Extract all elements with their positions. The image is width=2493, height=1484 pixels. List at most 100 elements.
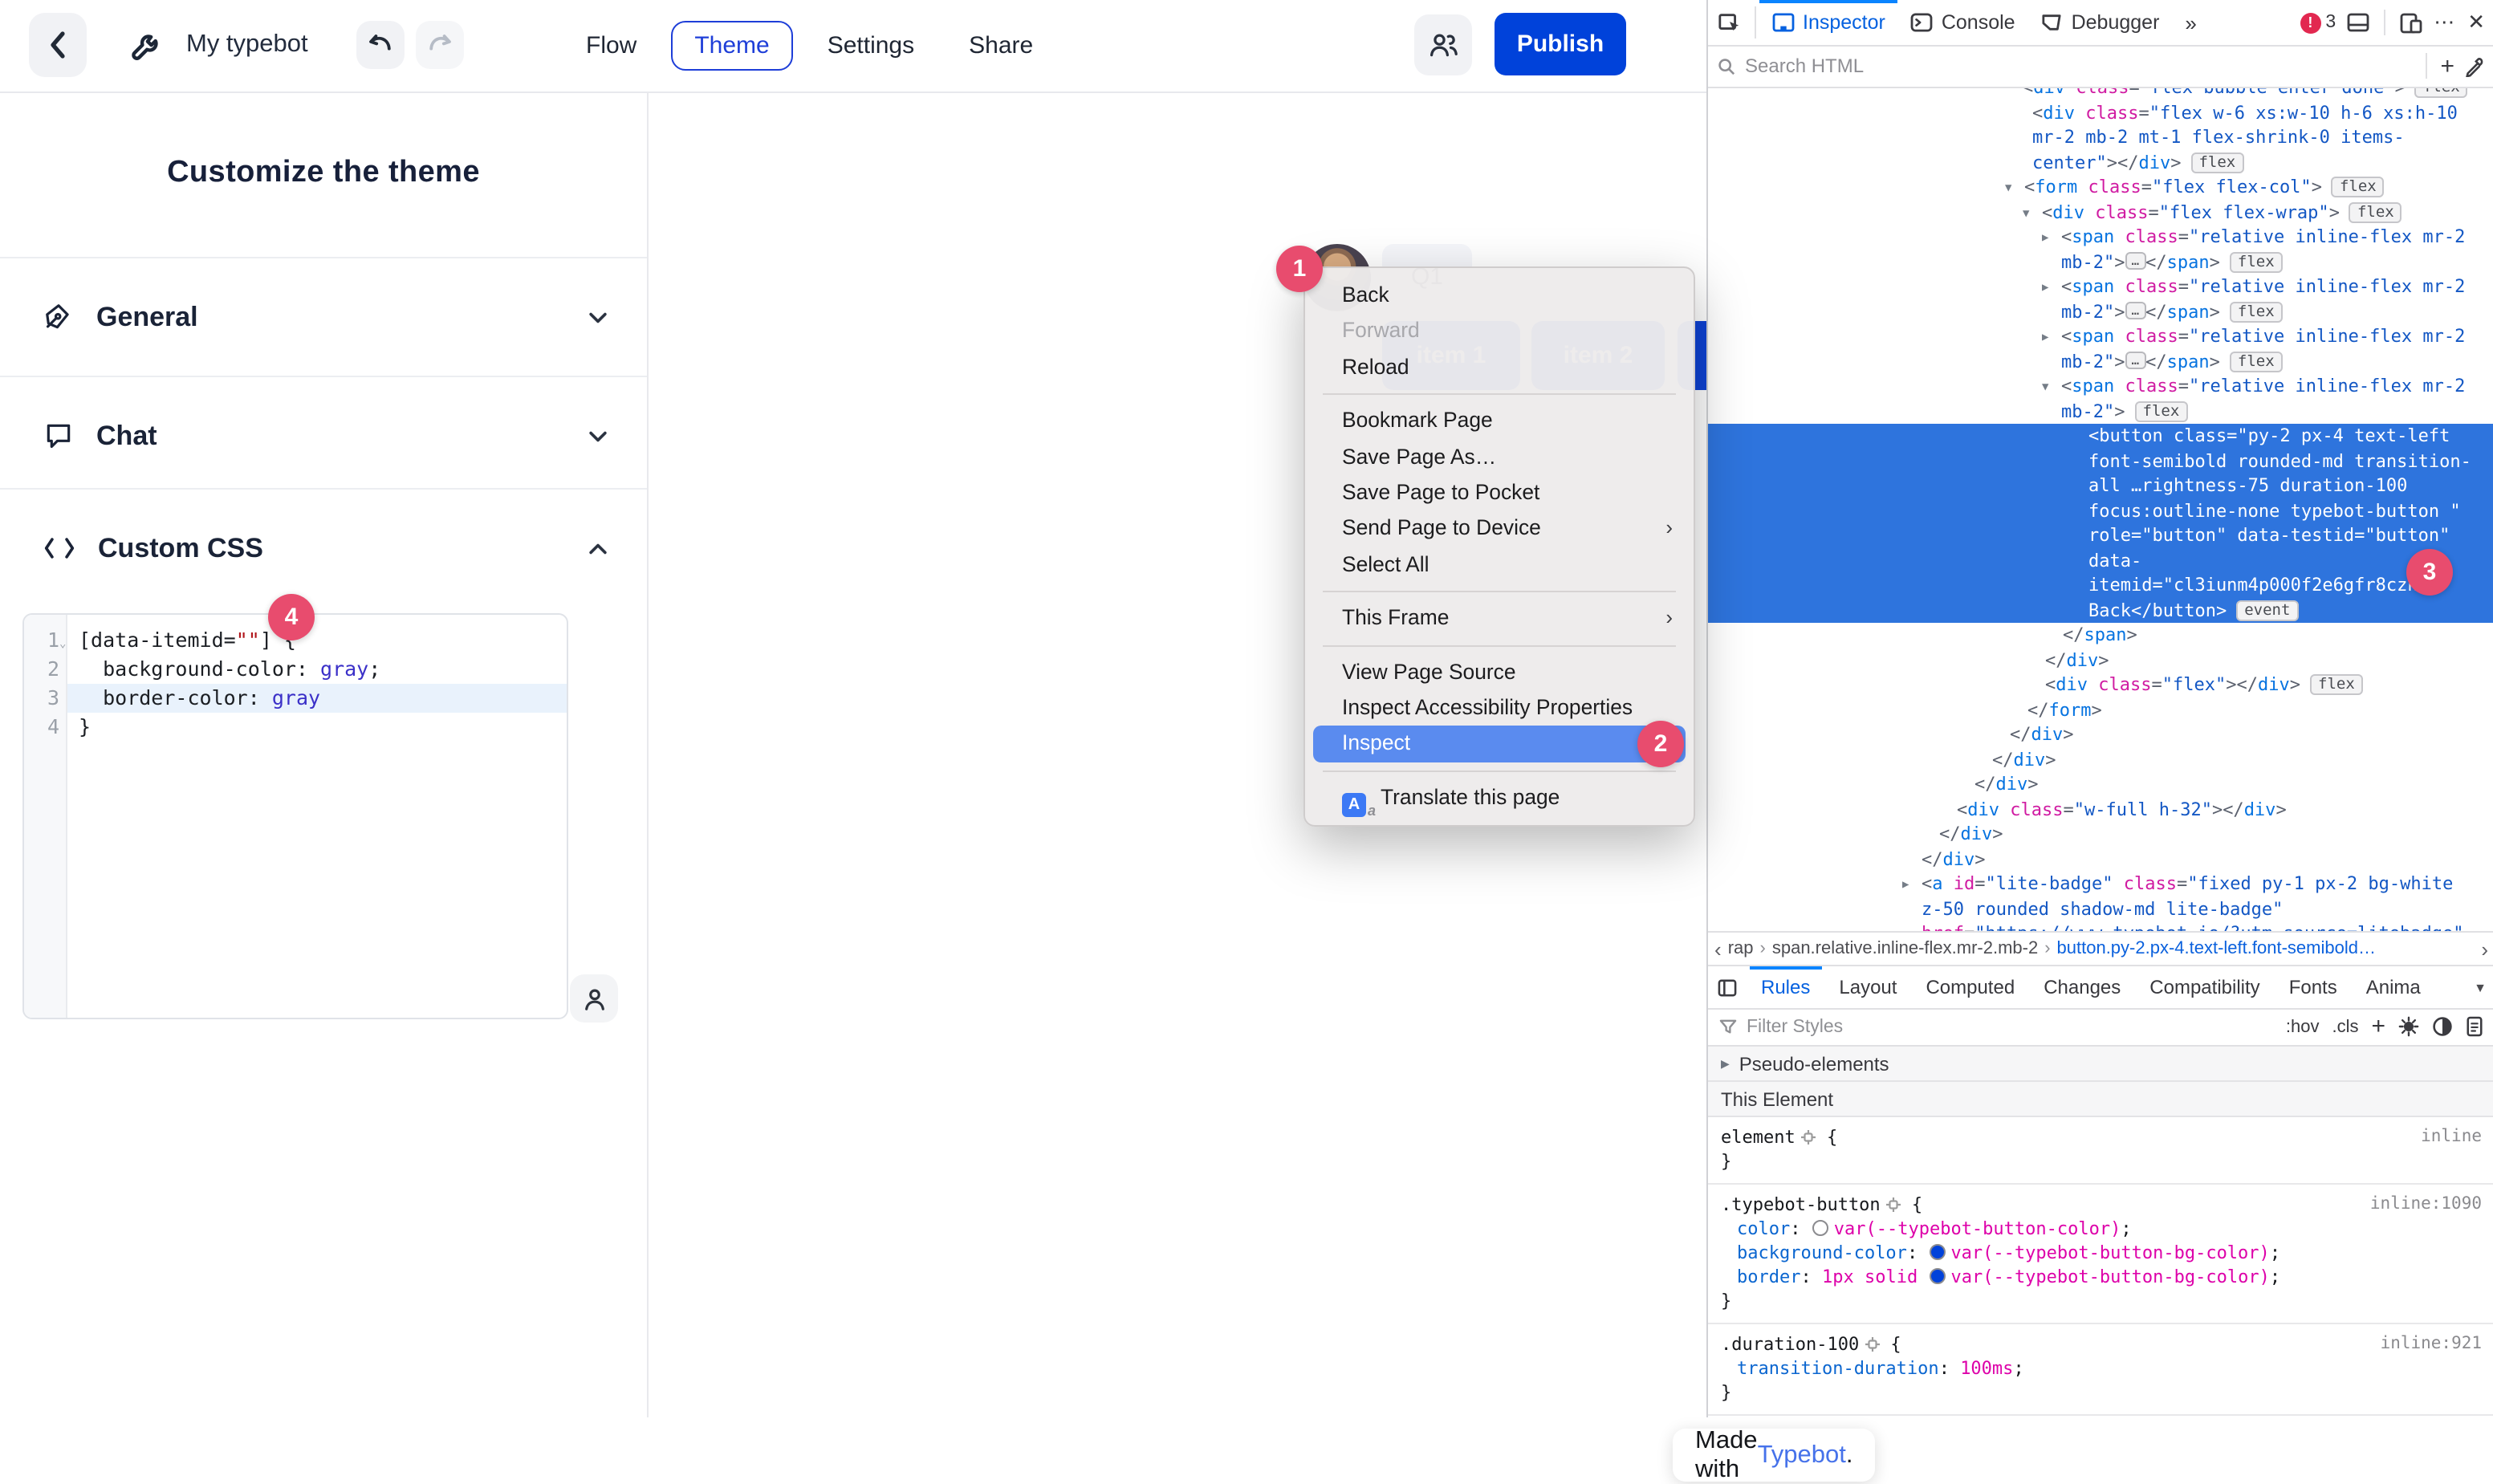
back-button[interactable] xyxy=(29,13,87,77)
pseudo-elements-row[interactable]: ▶ Pseudo-elements xyxy=(1708,1047,2493,1082)
tree-node[interactable]: ▶<span class="relative inline-flex mr-2 xyxy=(1708,324,2493,349)
contrast-icon[interactable] xyxy=(2432,1016,2453,1037)
css-rule-typebot-button[interactable]: .typebot-button {inline:1090color: var(-… xyxy=(1708,1185,2493,1324)
breadcrumb-forward-icon[interactable]: › xyxy=(2481,937,2488,961)
twisty-right-icon[interactable]: ▶ xyxy=(2042,226,2048,251)
rule-selector[interactable]: .duration-100 xyxy=(1721,1334,1859,1355)
flex-badge[interactable]: flex xyxy=(2349,201,2402,222)
tree-node[interactable]: mb-2">…</span>flex xyxy=(1708,349,2493,374)
panel-tab-computed[interactable]: Computed xyxy=(1911,966,2029,1008)
tree-node[interactable]: mr-2 mb-2 mt-1 flex-shrink-0 items- xyxy=(1708,125,2493,150)
tree-node[interactable]: z-50 rounded shadow-md lite-badge" xyxy=(1708,896,2493,921)
rule-declaration[interactable]: border: 1px solid var(--typebot-button-b… xyxy=(1721,1265,2482,1289)
redo-button[interactable] xyxy=(416,21,464,69)
tree-node[interactable]: ▼<form class="flex flex-col">flex xyxy=(1708,175,2493,200)
menu-item-select-all[interactable]: Select All xyxy=(1305,547,1694,583)
breadcrumb-item[interactable]: rap xyxy=(1728,939,1754,958)
collapsed-children-icon[interactable]: … xyxy=(2125,301,2146,319)
inspector-breadcrumb[interactable]: ‹ rap › span.relative.inline-flex.mr-2.mb-2… xyxy=(1708,931,2493,966)
undo-button[interactable] xyxy=(356,21,405,69)
rule-declaration[interactable]: transition-duration: 100ms; xyxy=(1721,1356,2482,1380)
panel-tab-fonts[interactable]: Fonts xyxy=(2275,966,2352,1008)
flex-badge[interactable]: flex xyxy=(2190,152,2243,173)
devtools-tab-inspector[interactable]: Inspector xyxy=(1759,0,1898,45)
tree-node[interactable]: <div class="flex w-6 xs:w-10 h-6 xs:h-10 xyxy=(1708,100,2493,125)
tree-node[interactable]: </div> xyxy=(1708,772,2493,797)
flex-badge[interactable]: flex xyxy=(2230,301,2283,322)
collapsed-children-icon[interactable]: … xyxy=(2125,251,2146,269)
typebot-title[interactable]: My typebot xyxy=(186,30,308,59)
editor-line-2[interactable]: 2 background-color: gray; xyxy=(24,655,567,684)
menu-item-reload[interactable]: Reload xyxy=(1305,350,1694,386)
breadcrumb-back-icon[interactable]: ‹ xyxy=(1714,937,1722,961)
tree-node[interactable]: </div> xyxy=(1708,847,2493,872)
css-rule-element[interactable]: element {inline} xyxy=(1708,1117,2493,1185)
flex-badge[interactable]: flex xyxy=(2230,251,2283,272)
tree-node[interactable]: </form> xyxy=(1708,697,2493,722)
flex-badge[interactable]: flex xyxy=(2332,177,2385,197)
add-rule-icon[interactable]: + xyxy=(2371,1013,2385,1040)
color-swatch[interactable] xyxy=(1930,1244,1946,1260)
devtools-tab-console[interactable]: Console xyxy=(1898,0,2028,45)
rule-selector[interactable]: .typebot-button xyxy=(1721,1194,1881,1215)
devtools-tab-debugger[interactable]: Debugger xyxy=(2028,0,2173,45)
breadcrumb-item[interactable]: button.py-2.px-4.text-left.font-semibold… xyxy=(2057,939,2376,958)
editor-line-3[interactable]: 3 border-color: gray xyxy=(24,684,567,713)
nav-tab-flow[interactable]: Flow xyxy=(565,21,657,71)
tree-node[interactable]: ▼<span class="relative inline-flex mr-2 xyxy=(1708,374,2493,399)
light-theme-icon[interactable] xyxy=(2398,1016,2419,1037)
nav-tab-theme[interactable]: Theme xyxy=(670,21,793,71)
hov-toggle[interactable]: :hov xyxy=(2286,1017,2320,1036)
flex-badge[interactable]: flex xyxy=(2310,674,2363,695)
search-html-bar[interactable]: Search HTML + xyxy=(1708,45,2493,88)
tree-node[interactable]: </div> xyxy=(1708,747,2493,772)
tree-node[interactable]: center"></div>flex xyxy=(1708,150,2493,175)
add-node-icon[interactable]: + xyxy=(2440,52,2454,79)
tree-node[interactable]: href="https://www.typebot.io/?utm_source… xyxy=(1708,921,2493,931)
tree-node[interactable]: ▶<a id="lite-badge" class="fixed py-1 px… xyxy=(1708,872,2493,896)
responsive-mode-icon[interactable] xyxy=(2400,12,2422,33)
css-rules-panel[interactable]: element {inline}.typebot-button {inline:… xyxy=(1708,1117,2493,1417)
color-swatch[interactable] xyxy=(1930,1268,1946,1284)
event-badge[interactable]: event xyxy=(2236,600,2298,620)
editor-line-4[interactable]: 4} xyxy=(24,713,567,742)
color-swatch[interactable] xyxy=(1813,1220,1829,1236)
made-with-brand[interactable]: Typebot xyxy=(1758,1441,1846,1470)
tree-node[interactable]: ▶<span class="relative inline-flex mr-2 xyxy=(1708,274,2493,299)
rule-source-link[interactable]: inline:1090 xyxy=(2370,1193,2482,1217)
menu-item-send-page-to-device[interactable]: Send Page to Device› xyxy=(1305,511,1694,547)
tree-node[interactable]: <div class="flex bubble enter done">flex xyxy=(1708,88,2493,100)
breadcrumb-item[interactable]: span.relative.inline-flex.mr-2.mb-2 xyxy=(1772,939,2038,958)
tree-node[interactable]: mb-2">flex xyxy=(1708,399,2493,424)
flex-badge[interactable]: flex xyxy=(2135,400,2188,421)
flex-badge[interactable]: flex xyxy=(2415,88,2468,98)
panel-tabs-overflow-icon[interactable]: ▼ xyxy=(2474,980,2493,994)
menu-item-forward[interactable]: Forward xyxy=(1305,314,1694,350)
css-rule-duration-100[interactable]: .duration-100 {inline:921transition-dura… xyxy=(1708,1324,2493,1416)
panel-tab-rules[interactable]: Rules xyxy=(1747,966,1824,1008)
sidebar-section-chat[interactable]: Chat xyxy=(0,376,647,494)
menu-item-view-page-source[interactable]: View Page Source xyxy=(1305,654,1694,690)
nav-tab-settings[interactable]: Settings xyxy=(807,21,935,71)
panel-tab-compatibility[interactable]: Compatibility xyxy=(2135,966,2274,1008)
menu-item-inspect-accessibility-properties[interactable]: Inspect Accessibility Properties xyxy=(1305,690,1694,726)
tree-node[interactable]: ▼<div class="flex flex-wrap">flex xyxy=(1708,200,2493,225)
meatball-menu-icon[interactable]: ⋯ xyxy=(2434,10,2456,35)
custom-css-editor[interactable]: 1⌄[data-itemid=""] {2 background-color: … xyxy=(22,613,568,1019)
panel-tab-anima[interactable]: Anima xyxy=(2352,966,2435,1008)
toggle-panes-button[interactable] xyxy=(1708,966,1747,1008)
collapsed-children-icon[interactable]: … xyxy=(2125,351,2146,368)
eyedropper-icon[interactable] xyxy=(2464,55,2485,76)
print-styles-icon[interactable] xyxy=(2466,1016,2483,1037)
twisty-right-icon[interactable]: ▶ xyxy=(2042,276,2048,301)
tree-node[interactable]: ▶<span class="relative inline-flex mr-2 xyxy=(1708,225,2493,250)
selected-node-button[interactable]: <button class="py-2 px-4 text-leftfont-s… xyxy=(1708,424,2493,623)
tree-node[interactable]: </div> xyxy=(1708,648,2493,673)
panel-tab-changes[interactable]: Changes xyxy=(2029,966,2135,1008)
tree-node[interactable]: <div class="flex"></div>flex xyxy=(1708,673,2493,697)
menu-item-bookmark-page[interactable]: Bookmark Page xyxy=(1305,403,1694,439)
close-devtools-icon[interactable]: ✕ xyxy=(2467,10,2485,35)
error-count-button[interactable]: ! 3 xyxy=(2300,12,2336,33)
split-console-icon[interactable] xyxy=(2347,13,2369,32)
menu-item-inspect[interactable]: Inspect xyxy=(1313,726,1686,762)
